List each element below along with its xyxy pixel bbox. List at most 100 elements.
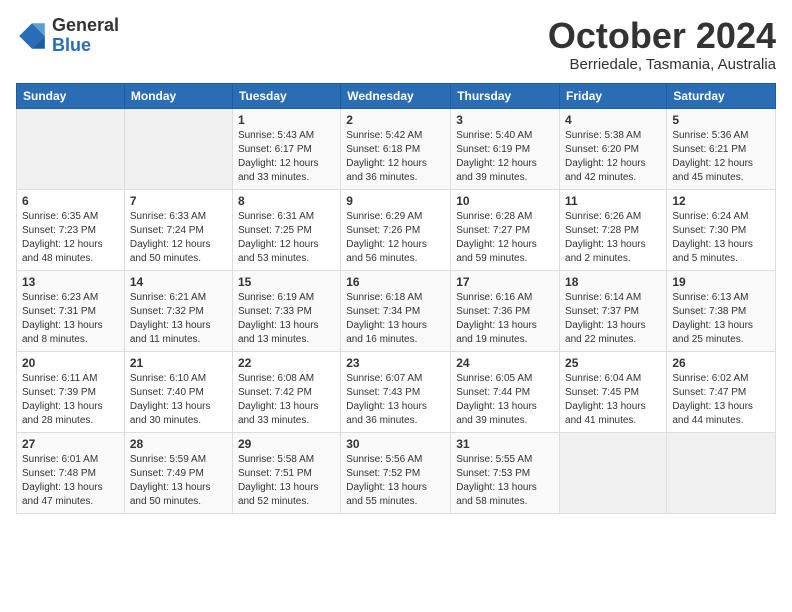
day-info-1-3: Sunrise: 6:29 AM Sunset: 7:26 PM Dayligh… [346, 210, 445, 266]
cell-4-2: 29Sunrise: 5:58 AM Sunset: 7:51 PM Dayli… [232, 432, 340, 513]
day-number-0-6: 5 [672, 113, 770, 127]
week-row-3: 20 Sunrise: 6:11 AM Sunset: 7:39 PM Dayli… [17, 351, 776, 432]
logo-icon [16, 20, 48, 52]
day-number-3-2: 22 [238, 356, 335, 370]
day-info-3-0: Sunrise: 6:11 AM Sunset: 7:39 PM Dayligh… [22, 372, 119, 428]
day-number-1-2: 8 [238, 194, 335, 208]
day-info-3-3: Sunrise: 6:07 AM Sunset: 7:43 PM Dayligh… [346, 372, 445, 428]
day-number-3-4: 24 [456, 356, 554, 370]
day-info-0-2: Sunrise: 5:43 AM Sunset: 6:17 PM Dayligh… [238, 129, 335, 185]
cell-3-5: 25 Sunrise: 6:04 AM Sunset: 7:45 PM Dayli… [560, 351, 667, 432]
calendar-header: Sunday Monday Tuesday Wednesday Thursday… [17, 83, 776, 108]
day-info-3-4: Sunrise: 6:05 AM Sunset: 7:44 PM Dayligh… [456, 372, 554, 428]
cell-2-3: 16Sunrise: 6:18 AM Sunset: 7:34 PM Dayli… [341, 270, 451, 351]
day-number-0-5: 4 [565, 113, 661, 127]
day-info-4-1: Sunrise: 5:59 AM Sunset: 7:49 PM Dayligh… [130, 453, 227, 509]
week-row-4: 27Sunrise: 6:01 AM Sunset: 7:48 PM Dayli… [17, 432, 776, 513]
cell-1-1: 7 Sunrise: 6:33 AM Sunset: 7:24 PM Daylig… [124, 189, 232, 270]
day-number-1-1: 7 [130, 194, 227, 208]
cell-2-2: 15 Sunrise: 6:19 AM Sunset: 7:33 PM Dayli… [232, 270, 340, 351]
day-info-2-0: Sunrise: 6:23 AM Sunset: 7:31 PM Dayligh… [22, 291, 119, 347]
days-header-row: Sunday Monday Tuesday Wednesday Thursday… [17, 83, 776, 108]
day-number-2-3: 16 [346, 275, 445, 289]
day-info-4-4: Sunrise: 5:55 AM Sunset: 7:53 PM Dayligh… [456, 453, 554, 509]
cell-0-1 [124, 108, 232, 189]
day-info-2-1: Sunrise: 6:21 AM Sunset: 7:32 PM Dayligh… [130, 291, 227, 347]
day-number-2-2: 15 [238, 275, 335, 289]
day-info-2-2: Sunrise: 6:19 AM Sunset: 7:33 PM Dayligh… [238, 291, 335, 347]
cell-1-4: 10 Sunrise: 6:28 AM Sunset: 7:27 PM Dayli… [451, 189, 560, 270]
day-info-1-1: Sunrise: 6:33 AM Sunset: 7:24 PM Dayligh… [130, 210, 227, 266]
cell-2-6: 19Sunrise: 6:13 AM Sunset: 7:38 PM Dayli… [667, 270, 776, 351]
header-tuesday: Tuesday [232, 83, 340, 108]
cell-4-6 [667, 432, 776, 513]
header-saturday: Saturday [667, 83, 776, 108]
day-number-0-4: 3 [456, 113, 554, 127]
day-info-3-1: Sunrise: 6:10 AM Sunset: 7:40 PM Dayligh… [130, 372, 227, 428]
cell-1-3: 9 Sunrise: 6:29 AM Sunset: 7:26 PM Daylig… [341, 189, 451, 270]
cell-0-3: 2 Sunrise: 5:42 AM Sunset: 6:18 PM Daylig… [341, 108, 451, 189]
day-number-2-1: 14 [130, 275, 227, 289]
cell-4-4: 31 Sunrise: 5:55 AM Sunset: 7:53 PM Dayli… [451, 432, 560, 513]
cell-1-0: 6Sunrise: 6:35 AM Sunset: 7:23 PM Daylig… [17, 189, 125, 270]
day-info-1-0: Sunrise: 6:35 AM Sunset: 7:23 PM Dayligh… [22, 210, 119, 266]
cell-4-0: 27Sunrise: 6:01 AM Sunset: 7:48 PM Dayli… [17, 432, 125, 513]
day-number-4-4: 31 [456, 437, 554, 451]
cell-4-3: 30 Sunrise: 5:56 AM Sunset: 7:52 PM Dayli… [341, 432, 451, 513]
cell-3-0: 20 Sunrise: 6:11 AM Sunset: 7:39 PM Dayli… [17, 351, 125, 432]
day-number-4-3: 30 [346, 437, 445, 451]
header-sunday: Sunday [17, 83, 125, 108]
day-number-3-1: 21 [130, 356, 227, 370]
cell-3-2: 22Sunrise: 6:08 AM Sunset: 7:42 PM Dayli… [232, 351, 340, 432]
day-info-0-3: Sunrise: 5:42 AM Sunset: 6:18 PM Dayligh… [346, 129, 445, 185]
day-number-2-4: 17 [456, 275, 554, 289]
day-info-4-3: Sunrise: 5:56 AM Sunset: 7:52 PM Dayligh… [346, 453, 445, 509]
cell-4-5 [560, 432, 667, 513]
day-number-3-5: 25 [565, 356, 661, 370]
day-info-2-4: Sunrise: 6:16 AM Sunset: 7:36 PM Dayligh… [456, 291, 554, 347]
day-number-1-3: 9 [346, 194, 445, 208]
cell-3-3: 23Sunrise: 6:07 AM Sunset: 7:43 PM Dayli… [341, 351, 451, 432]
header: General Blue October 2024 Berriedale, Ta… [16, 16, 776, 73]
cell-2-4: 17 Sunrise: 6:16 AM Sunset: 7:36 PM Dayli… [451, 270, 560, 351]
cell-0-4: 3 Sunrise: 5:40 AM Sunset: 6:19 PM Daylig… [451, 108, 560, 189]
header-monday: Monday [124, 83, 232, 108]
day-info-1-4: Sunrise: 6:28 AM Sunset: 7:27 PM Dayligh… [456, 210, 554, 266]
day-info-1-2: Sunrise: 6:31 AM Sunset: 7:25 PM Dayligh… [238, 210, 335, 266]
cell-2-5: 18Sunrise: 6:14 AM Sunset: 7:37 PM Dayli… [560, 270, 667, 351]
day-number-1-6: 12 [672, 194, 770, 208]
cell-2-1: 14 Sunrise: 6:21 AM Sunset: 7:32 PM Dayli… [124, 270, 232, 351]
day-number-3-0: 20 [22, 356, 119, 370]
cell-4-1: 28 Sunrise: 5:59 AM Sunset: 7:49 PM Dayli… [124, 432, 232, 513]
logo: General Blue [16, 16, 119, 56]
day-info-4-0: Sunrise: 6:01 AM Sunset: 7:48 PM Dayligh… [22, 453, 119, 509]
day-info-4-2: Sunrise: 5:58 AM Sunset: 7:51 PM Dayligh… [238, 453, 335, 509]
day-number-4-1: 28 [130, 437, 227, 451]
week-row-0: 1Sunrise: 5:43 AM Sunset: 6:17 PM Daylig… [17, 108, 776, 189]
logo-general-text: General [52, 15, 119, 35]
day-number-0-3: 2 [346, 113, 445, 127]
day-number-2-6: 19 [672, 275, 770, 289]
day-number-3-6: 26 [672, 356, 770, 370]
header-friday: Friday [560, 83, 667, 108]
cell-1-6: 12 Sunrise: 6:24 AM Sunset: 7:30 PM Dayli… [667, 189, 776, 270]
day-info-0-6: Sunrise: 5:36 AM Sunset: 6:21 PM Dayligh… [672, 129, 770, 185]
day-number-1-5: 11 [565, 194, 661, 208]
day-info-1-6: Sunrise: 6:24 AM Sunset: 7:30 PM Dayligh… [672, 210, 770, 266]
day-info-1-5: Sunrise: 6:26 AM Sunset: 7:28 PM Dayligh… [565, 210, 661, 266]
title-block: October 2024 Berriedale, Tasmania, Austr… [548, 16, 776, 73]
day-info-3-5: Sunrise: 6:04 AM Sunset: 7:45 PM Dayligh… [565, 372, 661, 428]
day-info-0-4: Sunrise: 5:40 AM Sunset: 6:19 PM Dayligh… [456, 129, 554, 185]
cell-0-0 [17, 108, 125, 189]
cell-3-4: 24 Sunrise: 6:05 AM Sunset: 7:44 PM Dayli… [451, 351, 560, 432]
cell-2-0: 13Sunrise: 6:23 AM Sunset: 7:31 PM Dayli… [17, 270, 125, 351]
calendar: Sunday Monday Tuesday Wednesday Thursday… [16, 83, 776, 514]
cell-3-6: 26Sunrise: 6:02 AM Sunset: 7:47 PM Dayli… [667, 351, 776, 432]
calendar-body: 1Sunrise: 5:43 AM Sunset: 6:17 PM Daylig… [17, 108, 776, 513]
logo-blue-text: Blue [52, 35, 91, 55]
header-thursday: Thursday [451, 83, 560, 108]
week-row-2: 13Sunrise: 6:23 AM Sunset: 7:31 PM Dayli… [17, 270, 776, 351]
day-info-0-5: Sunrise: 5:38 AM Sunset: 6:20 PM Dayligh… [565, 129, 661, 185]
day-number-1-4: 10 [456, 194, 554, 208]
header-wednesday: Wednesday [341, 83, 451, 108]
